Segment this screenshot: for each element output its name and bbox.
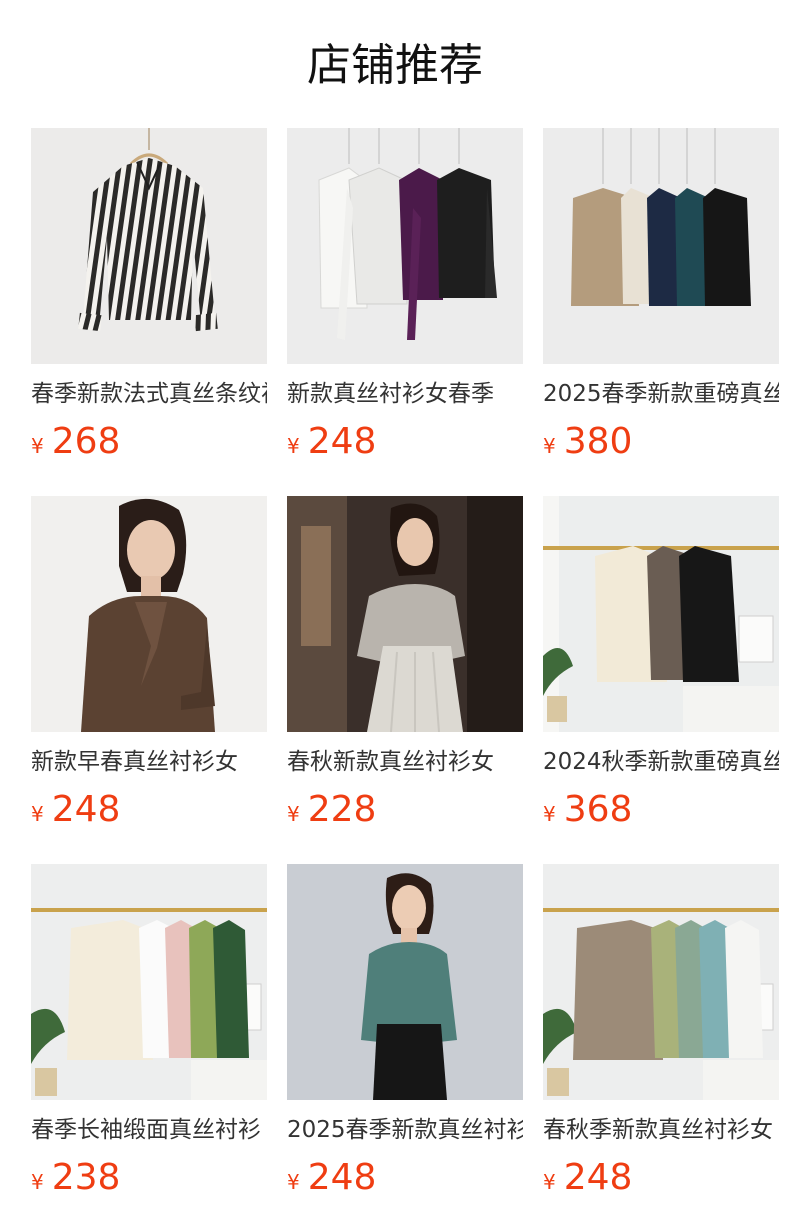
price-value: 380: [563, 421, 633, 462]
rack-shirts-image: [543, 864, 779, 1100]
price-value: 268: [51, 421, 121, 462]
rack-shirts-image: [31, 864, 267, 1100]
price-value: 248: [51, 789, 121, 830]
currency-symbol: ¥: [287, 434, 300, 458]
page-title: 店铺推荐: [307, 40, 483, 91]
product-price: ¥368: [543, 790, 779, 830]
rack-shirts-image: [543, 496, 779, 732]
model-photo-image: [287, 496, 523, 732]
currency-symbol: ¥: [543, 434, 556, 458]
product-image[interactable]: [287, 128, 523, 364]
product-title[interactable]: 2025春季新款真丝衬衫: [287, 1116, 523, 1144]
currency-symbol: ¥: [543, 802, 556, 826]
product-title[interactable]: 春秋新款真丝衬衫女: [287, 748, 523, 776]
product-title[interactable]: 新款早春真丝衬衫女: [31, 748, 267, 776]
product-card[interactable]: 新款早春真丝衬衫女 ¥248: [31, 496, 267, 830]
currency-symbol: ¥: [31, 1170, 44, 1194]
product-price: ¥248: [287, 422, 523, 462]
currency-symbol: ¥: [31, 434, 44, 458]
price-value: 238: [51, 1157, 121, 1198]
price-value: 368: [563, 789, 633, 830]
currency-symbol: ¥: [287, 802, 300, 826]
striped-shirt-image: [31, 128, 267, 364]
price-value: 248: [563, 1157, 633, 1198]
product-image[interactable]: [31, 128, 267, 364]
product-price: ¥248: [543, 1158, 779, 1198]
price-value: 248: [307, 421, 377, 462]
model-photo-image: [287, 864, 523, 1100]
currency-symbol: ¥: [31, 802, 44, 826]
product-price: ¥228: [287, 790, 523, 830]
product-price: ¥238: [31, 1158, 267, 1198]
hanging-shirts-image: [287, 128, 523, 364]
price-value: 228: [307, 789, 377, 830]
product-title[interactable]: 新款真丝衬衫女春季: [287, 380, 523, 408]
product-image[interactable]: [543, 128, 779, 364]
price-value: 248: [307, 1157, 377, 1198]
product-title[interactable]: 春季长袖缎面真丝衬衫: [31, 1116, 267, 1144]
product-price: ¥248: [287, 1158, 523, 1198]
product-image[interactable]: [287, 864, 523, 1100]
product-card[interactable]: 2024秋季新款重磅真丝衬衫 ¥368: [543, 496, 779, 830]
product-title[interactable]: 2025春季新款重磅真丝衬衫: [543, 380, 779, 408]
hanging-shirts-image: [543, 128, 779, 364]
model-photo-image: [31, 496, 267, 732]
product-title[interactable]: 春秋季新款真丝衬衫女: [543, 1116, 779, 1144]
product-card[interactable]: 2025春季新款重磅真丝衬衫 ¥380: [543, 128, 779, 462]
product-card[interactable]: 2025春季新款真丝衬衫 ¥248: [287, 864, 523, 1198]
product-image[interactable]: [31, 496, 267, 732]
product-image[interactable]: [31, 864, 267, 1100]
product-title[interactable]: 春季新款法式真丝条纹衬衫女: [31, 380, 267, 408]
product-card[interactable]: 春秋新款真丝衬衫女 ¥228: [287, 496, 523, 830]
product-price: ¥380: [543, 422, 779, 462]
product-image[interactable]: [543, 864, 779, 1100]
product-price: ¥248: [31, 790, 267, 830]
currency-symbol: ¥: [543, 1170, 556, 1194]
product-card[interactable]: 新款真丝衬衫女春季 ¥248: [287, 128, 523, 462]
product-image[interactable]: [287, 496, 523, 732]
currency-symbol: ¥: [287, 1170, 300, 1194]
product-title[interactable]: 2024秋季新款重磅真丝衬衫: [543, 748, 779, 776]
product-card[interactable]: 春季新款法式真丝条纹衬衫女 ¥268: [31, 128, 267, 462]
product-price: ¥268: [31, 422, 267, 462]
product-card[interactable]: 春季长袖缎面真丝衬衫 ¥238: [31, 864, 267, 1198]
product-image[interactable]: [543, 496, 779, 732]
product-card[interactable]: 春秋季新款真丝衬衫女 ¥248: [543, 864, 779, 1198]
